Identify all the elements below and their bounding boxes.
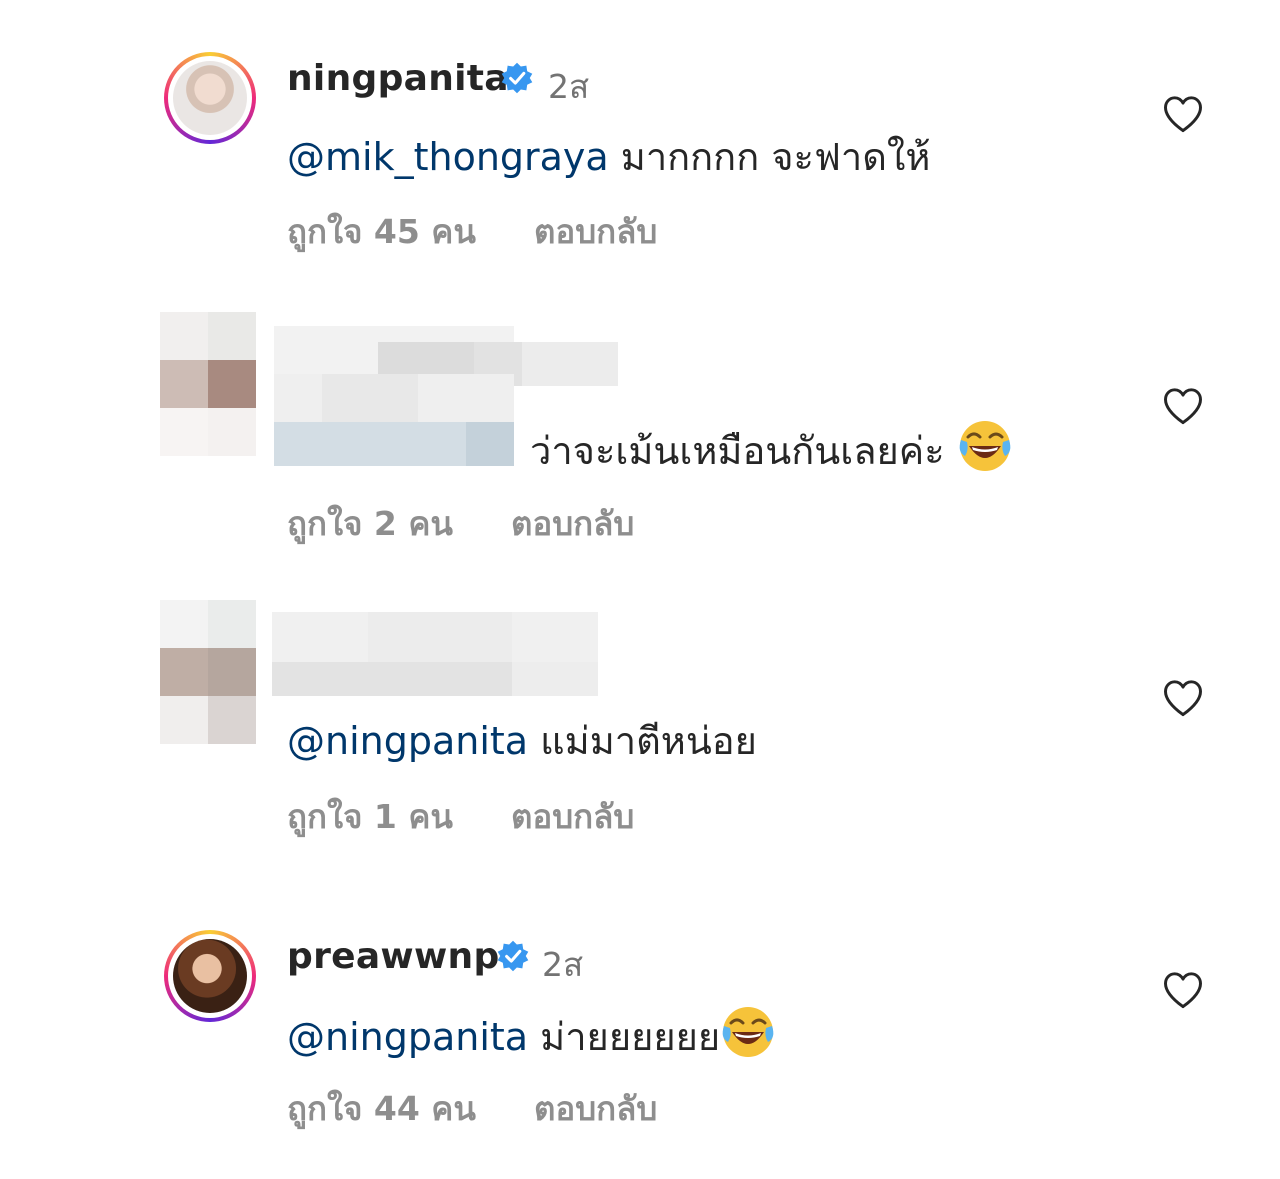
profile-photo [173,939,247,1013]
like-count[interactable]: ถูกใจ 44 คน [287,1089,476,1128]
comment-meta: ถูกใจ 1 คน ตอบกลับ [287,790,634,843]
comment-text: @ningpanita ม่ายยยยยย [287,1004,776,1067]
reply-button[interactable]: ตอบกลับ [511,504,634,543]
mention-link[interactable]: @ningpanita [287,1015,528,1059]
comment-meta: ถูกใจ 44 คน ตอบกลับ [287,1082,657,1135]
reply-button[interactable]: ตอบกลับ [534,1089,657,1128]
face-with-tears-of-joy-icon [720,1004,776,1060]
comment-text: ว่าจะเม้นเหมือนกันเลยค่ะ [530,418,1013,481]
comment-meta: ถูกใจ 2 คน ตอบกลับ [287,497,634,550]
reply-button[interactable]: ตอบกลับ [534,212,657,251]
comment-time: 2ส [548,67,590,106]
like-count[interactable]: ถูกใจ 1 คน [287,797,453,836]
profile-photo [173,61,247,135]
comment-body: แม่มาตีหน่อย [528,719,757,763]
comment-body: ม่ายยยยยย [528,1015,721,1059]
comment-text: @ningpanita แม่มาตีหน่อย [287,710,757,771]
heart-icon[interactable] [1162,94,1204,134]
mention-link[interactable]: @mik_thongraya [287,135,609,179]
username[interactable]: preawwnp [287,936,500,977]
heart-icon[interactable] [1162,970,1204,1010]
comment-meta: ถูกใจ 45 คน ตอบกลับ [287,205,657,258]
username-pixelated [272,612,598,696]
mention-link[interactable]: @ningpanita [287,719,528,763]
username[interactable]: ningpanita [287,58,509,99]
comment-time: 2ส [542,945,584,984]
like-count[interactable]: ถูกใจ 2 คน [287,504,453,543]
face-with-tears-of-joy-icon [957,418,1013,474]
comment-body: ว่าจะเม้นเหมือนกันเลยค่ะ [530,429,945,473]
comment-text: @mik_thongraya มากกกก จะฟาดให้ [287,126,930,187]
avatar[interactable] [164,52,256,144]
reply-button[interactable]: ตอบกลับ [511,797,634,836]
avatar[interactable] [164,930,256,1022]
verified-badge-icon [501,62,533,94]
heart-icon[interactable] [1162,386,1204,426]
heart-icon[interactable] [1162,678,1204,718]
avatar-pixelated[interactable] [160,312,256,456]
comment-body: มากกกก จะฟาดให้ [608,135,931,179]
like-count[interactable]: ถูกใจ 45 คน [287,212,476,251]
verified-badge-icon [497,940,529,972]
avatar-pixelated[interactable] [160,600,256,744]
